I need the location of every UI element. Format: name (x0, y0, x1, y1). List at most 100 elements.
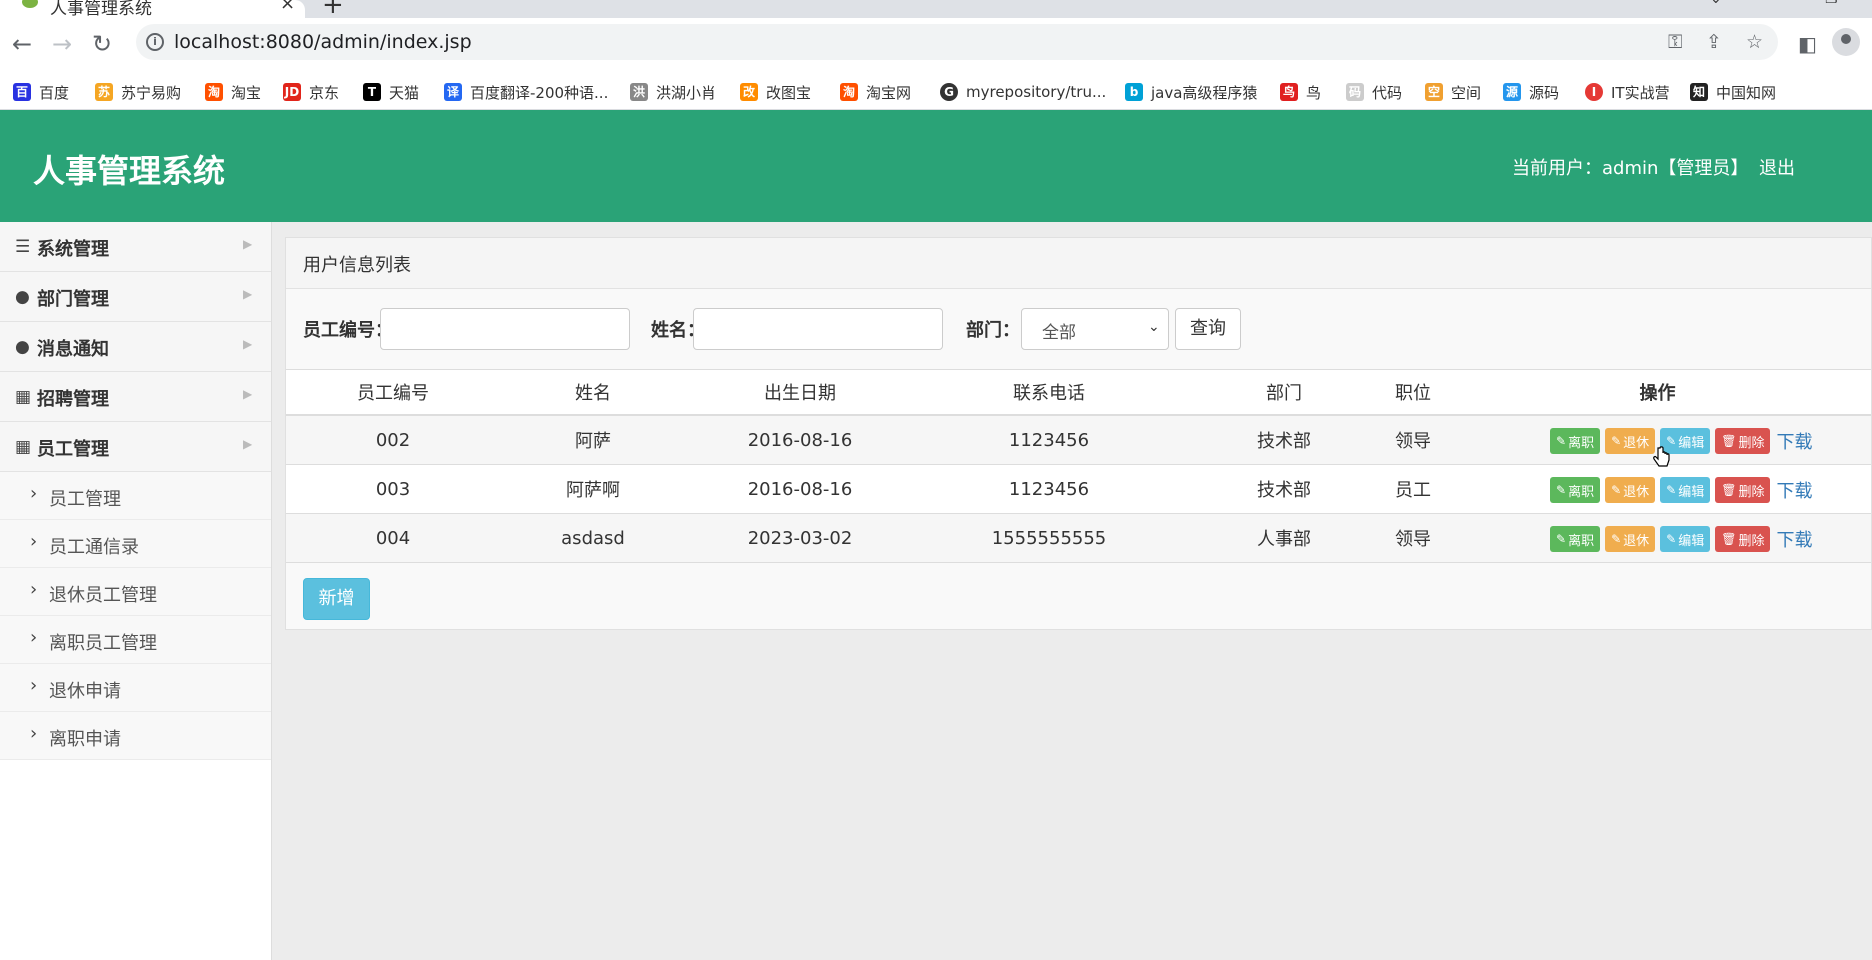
qzone-icon: 空 (1425, 83, 1443, 101)
profile-avatar-icon[interactable] (1832, 28, 1860, 56)
edit-button[interactable]: ✎ 编辑 (1660, 526, 1711, 552)
current-user-info: 当前用户：admin【管理员】 (1512, 158, 1749, 179)
chevron-right-icon: › (30, 723, 38, 744)
resign-button[interactable]: ✎ 离职 (1550, 526, 1601, 552)
bookmark-item[interactable]: I IT实战营 (1585, 79, 1670, 105)
address-bar[interactable]: i localhost:8080/admin/index.jsp ⚿ ⇪ ☆ (136, 24, 1778, 60)
table-row: 003 阿萨啊 2016-08-16 1123456 技术部 员工 ✎ 离职 ✎ 退… (286, 465, 1871, 514)
download-link[interactable]: 下载 (1776, 477, 1812, 503)
sidebar-item-notifications[interactable]: ● 消息通知 ▶ (0, 322, 271, 372)
code-icon: 码 (1346, 83, 1364, 101)
sidebar-item-recruitment[interactable]: ▦ 招聘管理 ▶ (0, 372, 271, 422)
bookmark-item[interactable]: 改改图宝 (740, 79, 811, 105)
download-link[interactable]: 下载 (1776, 526, 1812, 552)
trash-icon: 🗑 (1721, 483, 1737, 497)
retire-label: 退休 (1623, 435, 1650, 451)
chevron-right-icon: › (30, 531, 38, 552)
column-header: 职位 (1395, 383, 1431, 404)
cell-department: 技术部 (1257, 431, 1311, 452)
bookmark-item[interactable]: 译百度翻译-200种语... (444, 79, 608, 105)
bookmark-item[interactable]: b java高级程序猿 (1125, 79, 1257, 105)
sidebar-subitem-label: 退休员工管理 (49, 585, 157, 606)
row-actions: ✎ 离职 ✎ 退休 ✎ 编辑 🗑 删除 下载 (1550, 526, 1812, 552)
delete-button[interactable]: 🗑 删除 (1715, 526, 1771, 552)
reload-icon[interactable]: ↻ (92, 32, 112, 56)
bookmark-item[interactable]: 苏苏宁易购 (95, 79, 181, 105)
site-info-icon[interactable]: i (146, 33, 164, 51)
edit-button[interactable]: ✎ 编辑 (1660, 477, 1711, 503)
dept-select[interactable]: 全部 ⌄ (1021, 308, 1169, 350)
sidebar-subitem-employee-management[interactable]: › 员工管理 (0, 472, 271, 520)
dept-label: 部门： (966, 320, 1020, 341)
bookmark-item[interactable]: 淘淘宝 (205, 79, 261, 105)
new-tab-icon[interactable]: + (322, 0, 344, 20)
side-panel-icon[interactable]: ◧ (1798, 32, 1817, 56)
edit-square-icon: ✎ (1611, 532, 1622, 546)
window-restore-icon[interactable]: ❐ (1825, 0, 1838, 7)
logout-link[interactable]: 退出 (1759, 154, 1795, 180)
sidebar-subitem-resigned-employees[interactable]: › 离职员工管理 (0, 616, 271, 664)
delete-button[interactable]: 🗑 删除 (1715, 477, 1771, 503)
edit-square-icon: ✎ (1611, 434, 1622, 448)
query-button[interactable]: 查询 (1175, 308, 1241, 350)
key-icon[interactable]: ⚿ (1668, 31, 1682, 53)
sidebar-item-label: 系统管理 (37, 239, 109, 260)
app-title: 人事管理系统 (33, 152, 226, 190)
bookmark-item[interactable]: T 天猫 (363, 79, 419, 105)
sidebar-subitem-retirement-request[interactable]: › 退休申请 (0, 664, 271, 712)
bookmark-item[interactable]: JD 京东 (283, 79, 339, 105)
sidebar-subitem-label: 退休申请 (49, 681, 121, 702)
bookmark-label: 百度翻译-200种语... (470, 83, 609, 102)
bookmark-item[interactable]: 洪洪湖小肖 (630, 79, 716, 105)
bookmark-item[interactable]: 空空间 (1425, 79, 1481, 105)
sidebar-item-employee-management[interactable]: ▦ 员工管理 ▶ (0, 422, 271, 472)
resign-label: 离职 (1568, 435, 1595, 451)
resign-button[interactable]: ✎ 离职 (1550, 477, 1601, 503)
download-link[interactable]: 下载 (1776, 428, 1812, 454)
sidebar-item-system-management[interactable]: ☰ 系统管理 ▶ (0, 222, 271, 272)
bookmark-star-icon[interactable]: ☆ (1746, 31, 1763, 53)
edit-square-icon: ✎ (1611, 483, 1622, 497)
bookmark-item[interactable]: 码代码 (1346, 79, 1402, 105)
row-actions: ✎ 离职 ✎ 退休 ✎ 编辑 🗑 删除 下载 (1550, 477, 1812, 503)
edit-square-icon: ✎ (1556, 483, 1567, 497)
caret-right-icon: ▶ (243, 437, 253, 451)
taobao-icon: 淘 (205, 83, 223, 101)
forward-arrow-icon[interactable]: → (52, 32, 72, 56)
hand-pointer-cursor-icon (1653, 446, 1670, 467)
tab-search-chevron-icon[interactable]: ⌄ (1710, 0, 1722, 7)
bookmark-label: IT实战营 (1611, 83, 1670, 102)
list-icon: ☰ (15, 237, 31, 257)
sidebar-subitem-resignation-request[interactable]: › 离职申请 (0, 712, 271, 760)
bookmark-item[interactable]: 鸟鸟 (1280, 79, 1321, 105)
sidebar-subitem-employee-directory[interactable]: › 员工通信录 (0, 520, 271, 568)
sidebar-item-department-management[interactable]: ● 部门管理 ▶ (0, 272, 271, 322)
bookmark-item[interactable]: 知中国知网 (1690, 79, 1776, 105)
resign-label: 离职 (1568, 533, 1595, 549)
share-icon[interactable]: ⇪ (1706, 31, 1722, 53)
table-row: 002 阿萨 2016-08-16 1123456 技术部 领导 ✎ 离职 ✎ 退休… (286, 416, 1871, 465)
browser-tab[interactable]: 人事管理系统 × (0, 0, 305, 19)
name-input[interactable] (693, 308, 943, 350)
bookmark-item[interactable]: 淘淘宝网 (840, 79, 911, 105)
back-arrow-icon[interactable]: ← (12, 32, 32, 56)
column-header: 操作 (1639, 383, 1676, 404)
column-header: 员工编号 (357, 383, 429, 404)
bookmark-label: 洪湖小肖 (656, 83, 717, 102)
delete-label: 删除 (1738, 533, 1765, 549)
close-tab-icon[interactable]: × (280, 0, 295, 14)
bookmark-item[interactable]: 百百度 (13, 79, 69, 105)
delete-button[interactable]: 🗑 删除 (1715, 428, 1771, 454)
retire-button[interactable]: ✎ 退休 (1605, 477, 1656, 503)
sidebar-subitem-retired-employees[interactable]: › 退休员工管理 (0, 568, 271, 616)
bookmark-item[interactable]: Gmyrepository/tru... (940, 79, 1106, 105)
add-button[interactable]: 新增 (303, 578, 370, 620)
retire-button[interactable]: ✎ 退休 (1605, 526, 1656, 552)
resign-button[interactable]: ✎ 离职 (1550, 428, 1601, 454)
cell-phone: 1123456 (1008, 478, 1090, 500)
bookmark-label: 京东 (309, 83, 340, 102)
sidebar-subitem-label: 离职申请 (49, 729, 121, 750)
retire-button[interactable]: ✎ 退休 (1605, 428, 1656, 454)
bookmark-item[interactable]: 源源码 (1503, 79, 1559, 105)
emp-no-input[interactable] (380, 308, 630, 350)
